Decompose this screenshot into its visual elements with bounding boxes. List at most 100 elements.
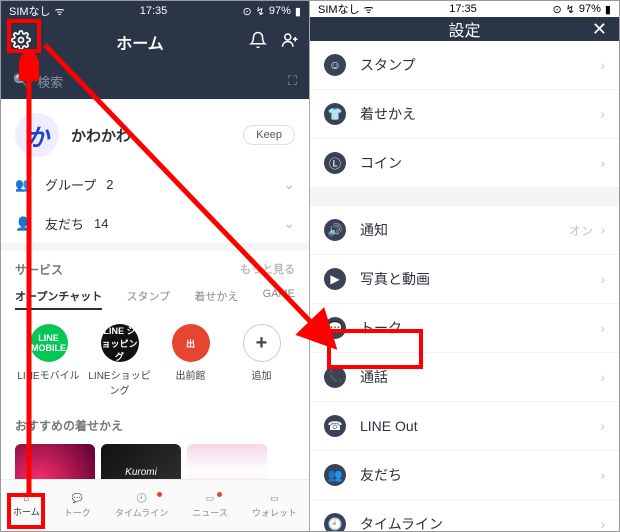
recommend-heading: おすすめの着せかえ bbox=[1, 407, 309, 438]
add-friend-icon[interactable] bbox=[281, 31, 299, 54]
carrier-text: SIMなし bbox=[9, 3, 51, 19]
groups-icon: 👥 bbox=[15, 177, 35, 193]
settings-item-theme[interactable]: 👕 着せかえ › bbox=[310, 90, 619, 139]
timeline-icon: 🕘 bbox=[136, 493, 147, 504]
nav-wallet[interactable]: ▭ ウォレット bbox=[252, 493, 297, 519]
gear-icon[interactable] bbox=[11, 30, 31, 55]
keep-button[interactable]: Keep bbox=[243, 125, 295, 145]
groups-row[interactable]: 👥 グループ 2 ⌄ bbox=[1, 165, 309, 204]
phone-icon: 📞 bbox=[324, 366, 346, 388]
battery-icon: ↯ bbox=[256, 5, 265, 18]
chevron-right-icon: › bbox=[600, 369, 605, 385]
search-bar[interactable]: 🔍 検索 ⛶ bbox=[1, 63, 309, 99]
shirt-icon: 👕 bbox=[324, 103, 346, 125]
alarm-icon: ⊙ bbox=[552, 3, 561, 16]
plus-icon: + bbox=[243, 324, 281, 362]
wifi-icon: ᯤ bbox=[55, 4, 65, 19]
chevron-right-icon: › bbox=[601, 223, 605, 237]
nav-news[interactable]: ▭ ニュース bbox=[192, 493, 228, 519]
battery-bar-icon: ▮ bbox=[295, 5, 301, 18]
groups-count: 2 bbox=[106, 177, 113, 192]
chevron-right-icon: › bbox=[600, 155, 605, 171]
badge-dot bbox=[217, 492, 222, 497]
service-line-mobile[interactable]: LINE MOBILE LINEモバイル bbox=[15, 324, 82, 397]
chevron-right-icon: › bbox=[600, 467, 605, 483]
battery-text: 97% bbox=[269, 5, 291, 17]
friends-count: 14 bbox=[94, 216, 108, 231]
settings-item-media[interactable]: ▶ 写真と動画 › bbox=[310, 255, 619, 304]
chevron-right-icon: › bbox=[600, 418, 605, 434]
settings-item-call[interactable]: 📞 通話 › bbox=[310, 353, 619, 402]
settings-item-stamp[interactable]: ☺ スタンプ › bbox=[310, 41, 619, 90]
tab-theme[interactable]: 着せかえ bbox=[194, 288, 238, 310]
friends-row[interactable]: 👤 友だち 14 ⌄ bbox=[1, 204, 309, 243]
bell-icon[interactable] bbox=[249, 31, 267, 54]
chevron-right-icon: › bbox=[600, 106, 605, 122]
settings-item-coin[interactable]: Ⓛ コイン › bbox=[310, 139, 619, 188]
demaecan-icon: 出 bbox=[172, 324, 210, 362]
profile-row[interactable]: か かわかわ Keep bbox=[1, 99, 309, 165]
chevron-right-icon: › bbox=[600, 271, 605, 287]
news-icon: ▭ bbox=[206, 493, 215, 504]
chevron-down-icon: ⌄ bbox=[283, 176, 295, 193]
clock: 17:35 bbox=[449, 3, 477, 15]
settings-header: 設定 ✕ bbox=[310, 17, 619, 41]
nav-home[interactable]: ⌂ ホーム bbox=[13, 493, 40, 518]
wifi-icon: ᯤ bbox=[364, 2, 374, 17]
search-icon: 🔍 bbox=[13, 73, 29, 89]
home-header: ホーム bbox=[1, 21, 309, 63]
battery-icon: ↯ bbox=[566, 3, 575, 16]
tab-game[interactable]: GAME bbox=[263, 288, 295, 310]
chevron-right-icon: › bbox=[600, 320, 605, 336]
profile-name: かわかわ bbox=[71, 125, 131, 146]
clock: 17:35 bbox=[140, 5, 168, 17]
theme-thumb-3[interactable] bbox=[187, 444, 267, 479]
status-bar: SIMなし ᯤ 17:35 ⊙ ↯ 97% ▮ bbox=[310, 1, 619, 17]
home-icon: ⌂ bbox=[24, 493, 29, 503]
section-gap bbox=[310, 188, 619, 206]
lineout-icon: ☎ bbox=[324, 415, 346, 437]
theme-thumbnails: Kuromi bbox=[1, 438, 309, 479]
nav-talk[interactable]: 💬 トーク bbox=[64, 493, 91, 519]
battery-bar-icon: ▮ bbox=[605, 3, 611, 16]
clock-icon: 🕘 bbox=[324, 513, 346, 531]
play-icon: ▶ bbox=[324, 268, 346, 290]
home-content: か かわかわ Keep 👥 グループ 2 ⌄ 👤 友だち 14 ⌄ サービス も… bbox=[1, 99, 309, 479]
service-add[interactable]: + 追加 bbox=[228, 324, 295, 397]
tab-openchat[interactable]: オープンチャット bbox=[15, 288, 102, 310]
carrier-text: SIMなし bbox=[318, 1, 360, 17]
close-icon[interactable]: ✕ bbox=[592, 19, 607, 40]
service-line-shopping[interactable]: LINE ショッピング LINEショッピング bbox=[86, 324, 153, 397]
groups-label: グループ bbox=[45, 175, 96, 194]
nav-timeline[interactable]: 🕘 タイムライン bbox=[115, 493, 168, 519]
wallet-icon: ▭ bbox=[270, 493, 279, 504]
theme-thumb-2[interactable]: Kuromi bbox=[101, 444, 181, 479]
badge-dot bbox=[157, 492, 162, 497]
settings-item-timeline[interactable]: 🕘 タイムライン › bbox=[310, 500, 619, 531]
speaker-icon: 🔊 bbox=[324, 219, 346, 241]
page-title: 設定 bbox=[448, 17, 480, 41]
settings-item-talk[interactable]: 💬 トーク › bbox=[310, 304, 619, 353]
service-grid: LINE MOBILE LINEモバイル LINE ショッピング LINEショッ… bbox=[1, 314, 309, 407]
smile-icon: ☺ bbox=[324, 54, 346, 76]
phone-settings: SIMなし ᯤ 17:35 ⊙ ↯ 97% ▮ 設定 ✕ ☺ スタンプ › 👕 bbox=[310, 1, 619, 531]
service-demaecan[interactable]: 出 出前館 bbox=[157, 324, 224, 397]
coin-icon: Ⓛ bbox=[324, 152, 346, 174]
friends-icon: 👤 bbox=[15, 216, 35, 232]
search-placeholder: 検索 bbox=[37, 72, 63, 91]
see-more-link[interactable]: もっと見る bbox=[240, 261, 295, 278]
qr-scan-icon[interactable]: ⛶ bbox=[288, 73, 297, 89]
phone-home: SIMなし ᯤ 17:35 ⊙ ↯ 97% ▮ ホーム bbox=[1, 1, 310, 531]
settings-item-notify[interactable]: 🔊 通知 オン › bbox=[310, 206, 619, 255]
theme-thumb-1[interactable] bbox=[15, 444, 95, 479]
chevron-right-icon: › bbox=[600, 516, 605, 531]
people-icon: 👥 bbox=[324, 464, 346, 486]
settings-item-friends[interactable]: 👥 友だち › bbox=[310, 451, 619, 500]
value-text: オン › bbox=[569, 222, 605, 239]
settings-list: ☺ スタンプ › 👕 着せかえ › Ⓛ コイン › 🔊 通知 オン › ▶ bbox=[310, 41, 619, 531]
page-title: ホーム bbox=[31, 30, 249, 54]
tab-stamp[interactable]: スタンプ bbox=[126, 288, 170, 310]
line-mobile-icon: LINE MOBILE bbox=[30, 324, 68, 362]
status-bar: SIMなし ᯤ 17:35 ⊙ ↯ 97% ▮ bbox=[1, 1, 309, 21]
settings-item-lineout[interactable]: ☎ LINE Out › bbox=[310, 402, 619, 451]
